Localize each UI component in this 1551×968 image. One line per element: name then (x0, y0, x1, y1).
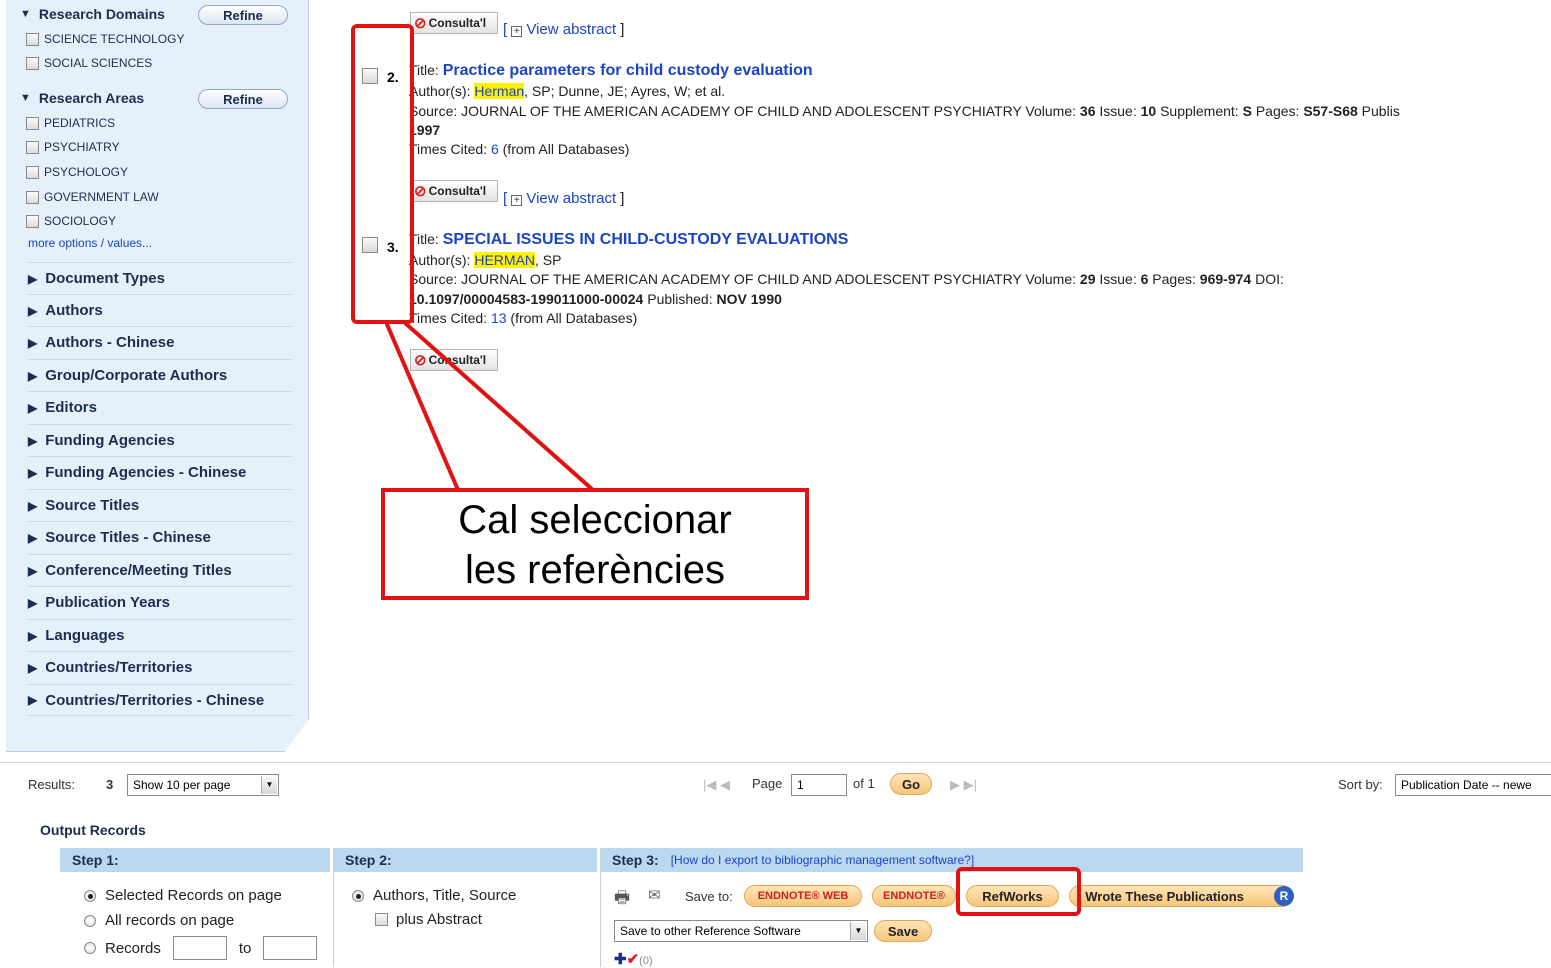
output-records-title: Output Records (40, 822, 146, 838)
first-prev-icon[interactable]: |◀ ◀ (703, 777, 730, 793)
save-to-label: Save to: (685, 889, 733, 904)
step-divider (600, 872, 601, 967)
email-icon[interactable]: ✉ (648, 886, 661, 904)
chevron-down-icon: ▼ (850, 922, 866, 940)
page-of-label: of 1 (853, 776, 875, 791)
export-help-link[interactable]: [How do I export to bibliographic manage… (671, 853, 975, 867)
plus-abstract-checkbox[interactable]: plus Abstract (375, 911, 482, 928)
annotation-callout: Cal seleccionar les referències (381, 488, 809, 600)
step1-header: Step 1: (60, 848, 330, 872)
radio-button[interactable] (84, 914, 96, 927)
chevron-down-icon: ▼ (261, 776, 277, 794)
i-wrote-these-button[interactable]: I Wrote These Publications (1069, 885, 1293, 907)
results-label: Results: (28, 777, 75, 792)
records-range-radio[interactable]: Records to (84, 936, 318, 960)
print-icon[interactable]: 🖶 (614, 885, 630, 914)
selected-records-radio[interactable]: Selected Records on page (84, 887, 282, 904)
authors-title-source-radio[interactable]: Authors, Title, Source (352, 887, 516, 904)
range-to-input[interactable] (263, 936, 318, 960)
sort-select[interactable]: Publication Date -- newe (1395, 774, 1551, 796)
add-marked-list-icon[interactable]: ✚✔(0) (614, 950, 653, 968)
endnote-button[interactable]: ENDNOTE® (872, 885, 956, 907)
endnote-web-button[interactable]: ENDNOTE® WEB (744, 885, 862, 907)
refworks-highlight-box (956, 867, 1081, 916)
step3-header: Step 3: [How do I export to bibliographi… (600, 848, 1303, 872)
go-button[interactable]: Go (890, 773, 932, 795)
range-from-input[interactable] (172, 936, 227, 960)
checkbox[interactable] (375, 913, 388, 926)
page-input[interactable]: 1 (791, 774, 847, 796)
checkbox-highlight-box (351, 24, 414, 324)
annotation-pointer-lines (384, 320, 595, 492)
save-button[interactable]: Save (874, 920, 932, 942)
radio-button[interactable] (352, 889, 364, 902)
radio-button[interactable] (84, 942, 96, 954)
researcherid-badge: R (1274, 886, 1294, 906)
other-software-select[interactable]: Save to other Reference Software ▼ (614, 920, 868, 942)
per-page-select[interactable]: Show 10 per page ▼ (127, 774, 279, 796)
sort-label: Sort by: (1338, 777, 1383, 792)
step-divider (333, 872, 334, 967)
radio-button[interactable] (84, 889, 96, 902)
next-last-icon[interactable]: ▶ ▶| (950, 777, 977, 793)
page-label: Page (752, 776, 783, 791)
all-records-radio[interactable]: All records on page (84, 912, 234, 929)
results-count: 3 (106, 777, 114, 792)
step2-header: Step 2: (333, 848, 597, 872)
